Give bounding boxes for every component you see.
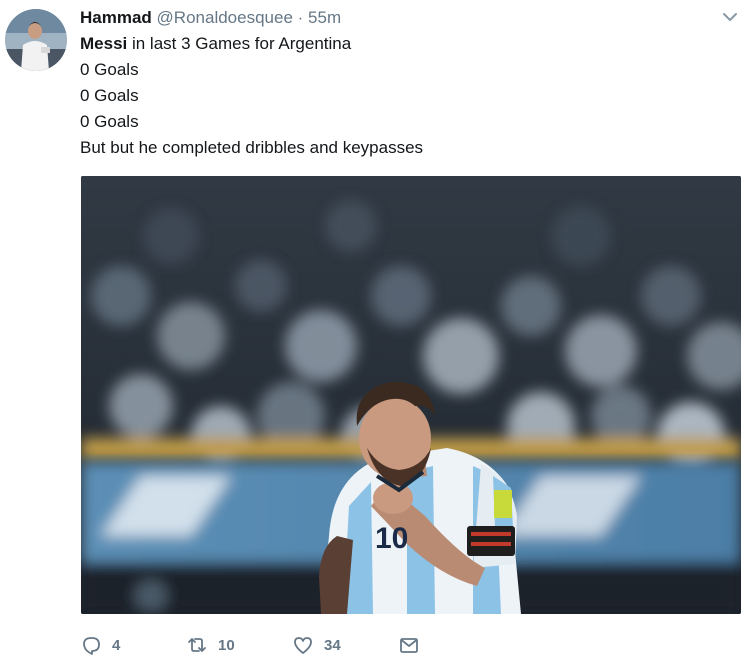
tweet-text: Messi in last 3 Games for Argentina 0 Go…: [80, 31, 423, 161]
direct-message-button[interactable]: [398, 630, 420, 660]
tweet-media-image[interactable]: 10: [81, 176, 741, 614]
like-count: 34: [324, 636, 341, 654]
jersey-number: 10: [375, 522, 408, 555]
player-photo: 10: [81, 176, 741, 614]
heart-icon: [292, 634, 314, 656]
like-button[interactable]: 34: [292, 630, 341, 660]
separator-dot: ·: [297, 8, 304, 27]
tweet-line-5: But but he completed dribbles and keypas…: [80, 138, 424, 157]
reply-count: 4: [112, 636, 121, 654]
tweet-line-1: Messi in last 3 Games for Argentina: [80, 31, 423, 57]
tweet-header: Hammad @Ronaldoesquee · 55m: [80, 6, 341, 30]
chevron-down-icon[interactable]: [719, 8, 741, 26]
envelope-icon: [398, 634, 420, 656]
mentioned-name: Messi: [80, 34, 128, 53]
author-handle[interactable]: @Ronaldoesquee: [157, 8, 293, 27]
avatar[interactable]: [5, 9, 67, 71]
avatar-photo: [5, 9, 67, 71]
tweet-line-2: 0 Goals: [80, 60, 139, 79]
retweet-button[interactable]: 10: [186, 630, 235, 660]
tweet-line-3: 0 Goals: [80, 86, 139, 105]
timestamp[interactable]: 55m: [308, 8, 341, 27]
author-name[interactable]: Hammad: [80, 8, 152, 27]
tweet-line-1-rest: in last 3 Games for Argentina: [127, 34, 352, 53]
retweet-icon: [186, 634, 208, 656]
tweet-line-4: 0 Goals: [80, 112, 139, 131]
reply-button[interactable]: 4: [80, 630, 120, 660]
retweet-count: 10: [218, 636, 235, 654]
reply-icon: [80, 634, 102, 656]
